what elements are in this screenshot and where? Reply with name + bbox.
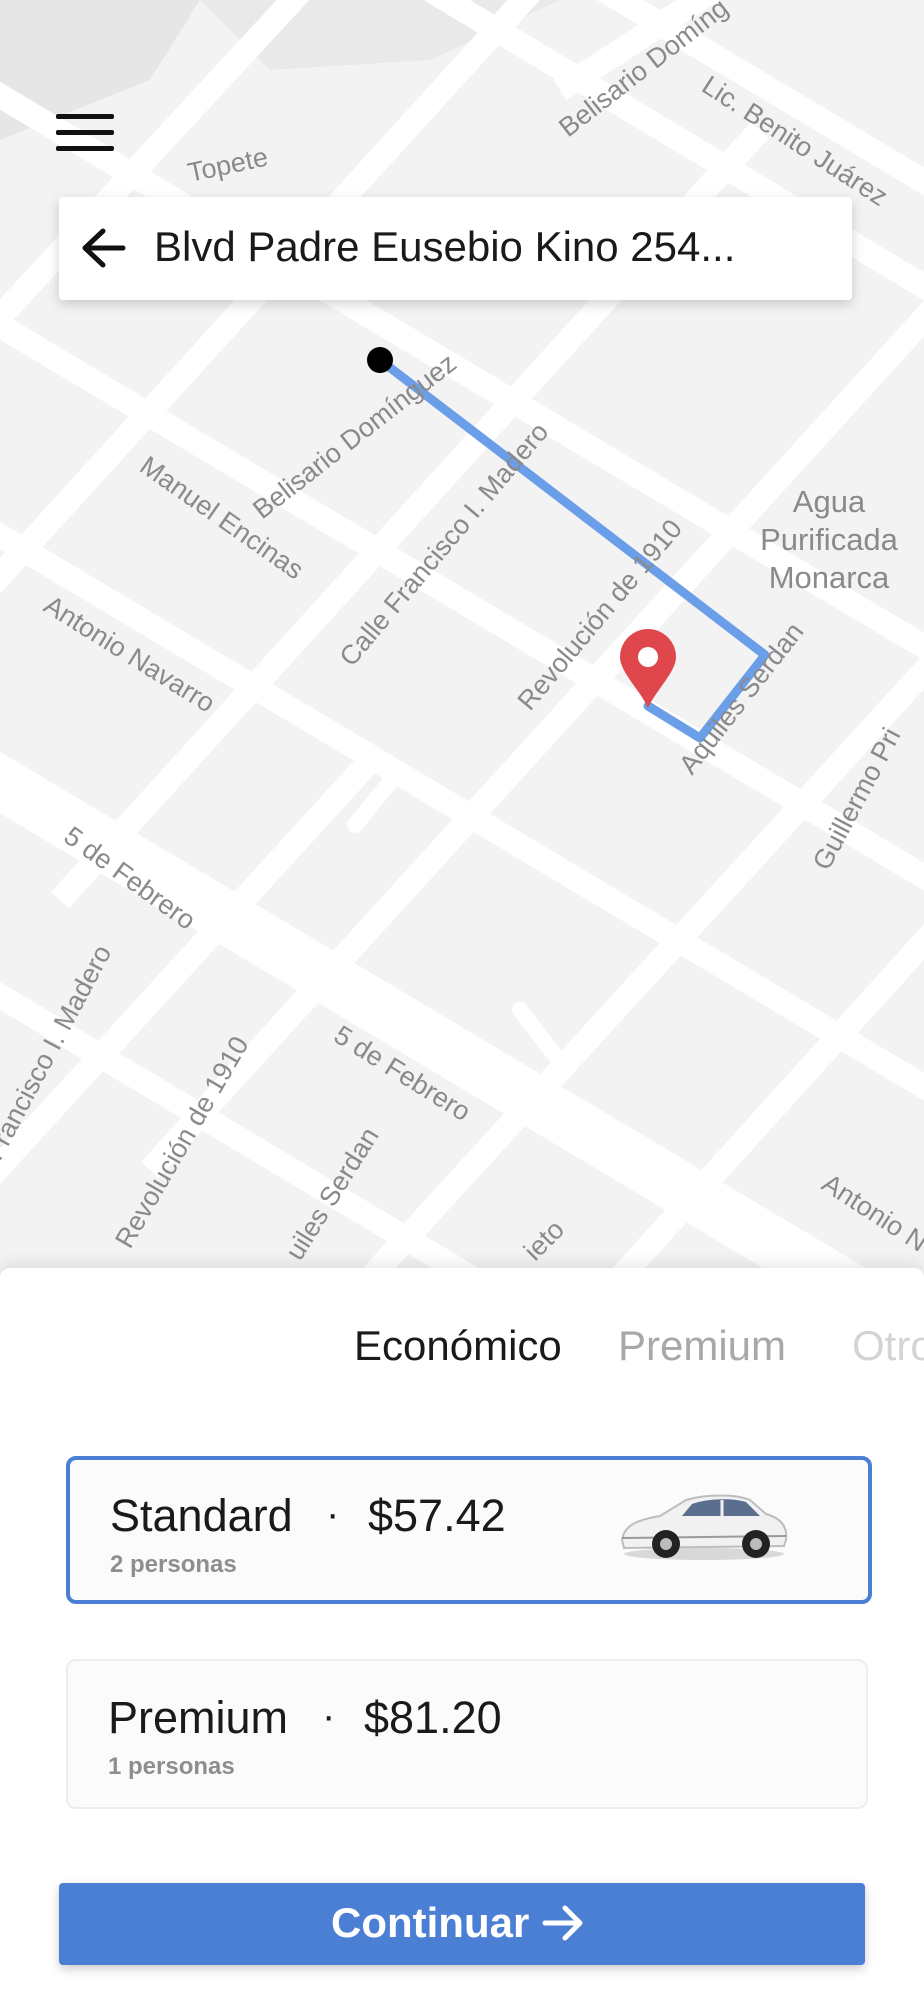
ride-option-premium[interactable]: Premium · $81.20 1 personas [66, 1659, 868, 1809]
ride-separator: · [322, 1694, 336, 1738]
ride-price: $81.20 [364, 1692, 502, 1743]
poi-label: Agua [793, 484, 866, 519]
street-label: Antonio N [817, 1168, 924, 1258]
destination-bar[interactable]: Blvd Padre Eusebio Kino 254... [59, 197, 852, 300]
ride-separator: · [326, 1492, 340, 1536]
car-icon [620, 1494, 788, 1560]
map-view[interactable]: Topete Belisario Domíng Lic. Benito Juárez… [0, 0, 924, 1280]
ride-option-standard[interactable]: Standard · $57.42 2 personas [66, 1456, 872, 1604]
tab-premium[interactable]: Premium [618, 1322, 786, 1370]
arrow-right-icon [542, 1905, 583, 1941]
arrow-left-icon[interactable] [79, 225, 129, 271]
street-label: ieto [518, 1214, 570, 1266]
tab-otro[interactable]: Otro [852, 1322, 924, 1370]
ride-name: Standard [110, 1490, 293, 1541]
street-label: Topete [185, 142, 271, 188]
ride-capacity: 1 personas [108, 1753, 235, 1780]
tab-economico[interactable]: Económico [354, 1322, 562, 1370]
ride-name: Premium [108, 1692, 289, 1743]
continue-button[interactable]: Continuar [59, 1883, 865, 1965]
poi-label: Monarca [769, 560, 890, 595]
hamburger-menu-icon[interactable] [56, 108, 118, 158]
map-canvas: TopeteBelisario DomíngLic. Benito Juárez… [0, 0, 924, 1280]
poi-label: Purificada [760, 522, 899, 557]
street-label: uiles Serdan [280, 1122, 385, 1265]
ride-price: $57.42 [368, 1490, 506, 1541]
origin-dot [367, 347, 393, 373]
continue-label: Continuar [331, 1899, 530, 1946]
ride-capacity: 2 personas [110, 1551, 237, 1578]
destination-text: Blvd Padre Eusebio Kino 254... [154, 223, 736, 270]
